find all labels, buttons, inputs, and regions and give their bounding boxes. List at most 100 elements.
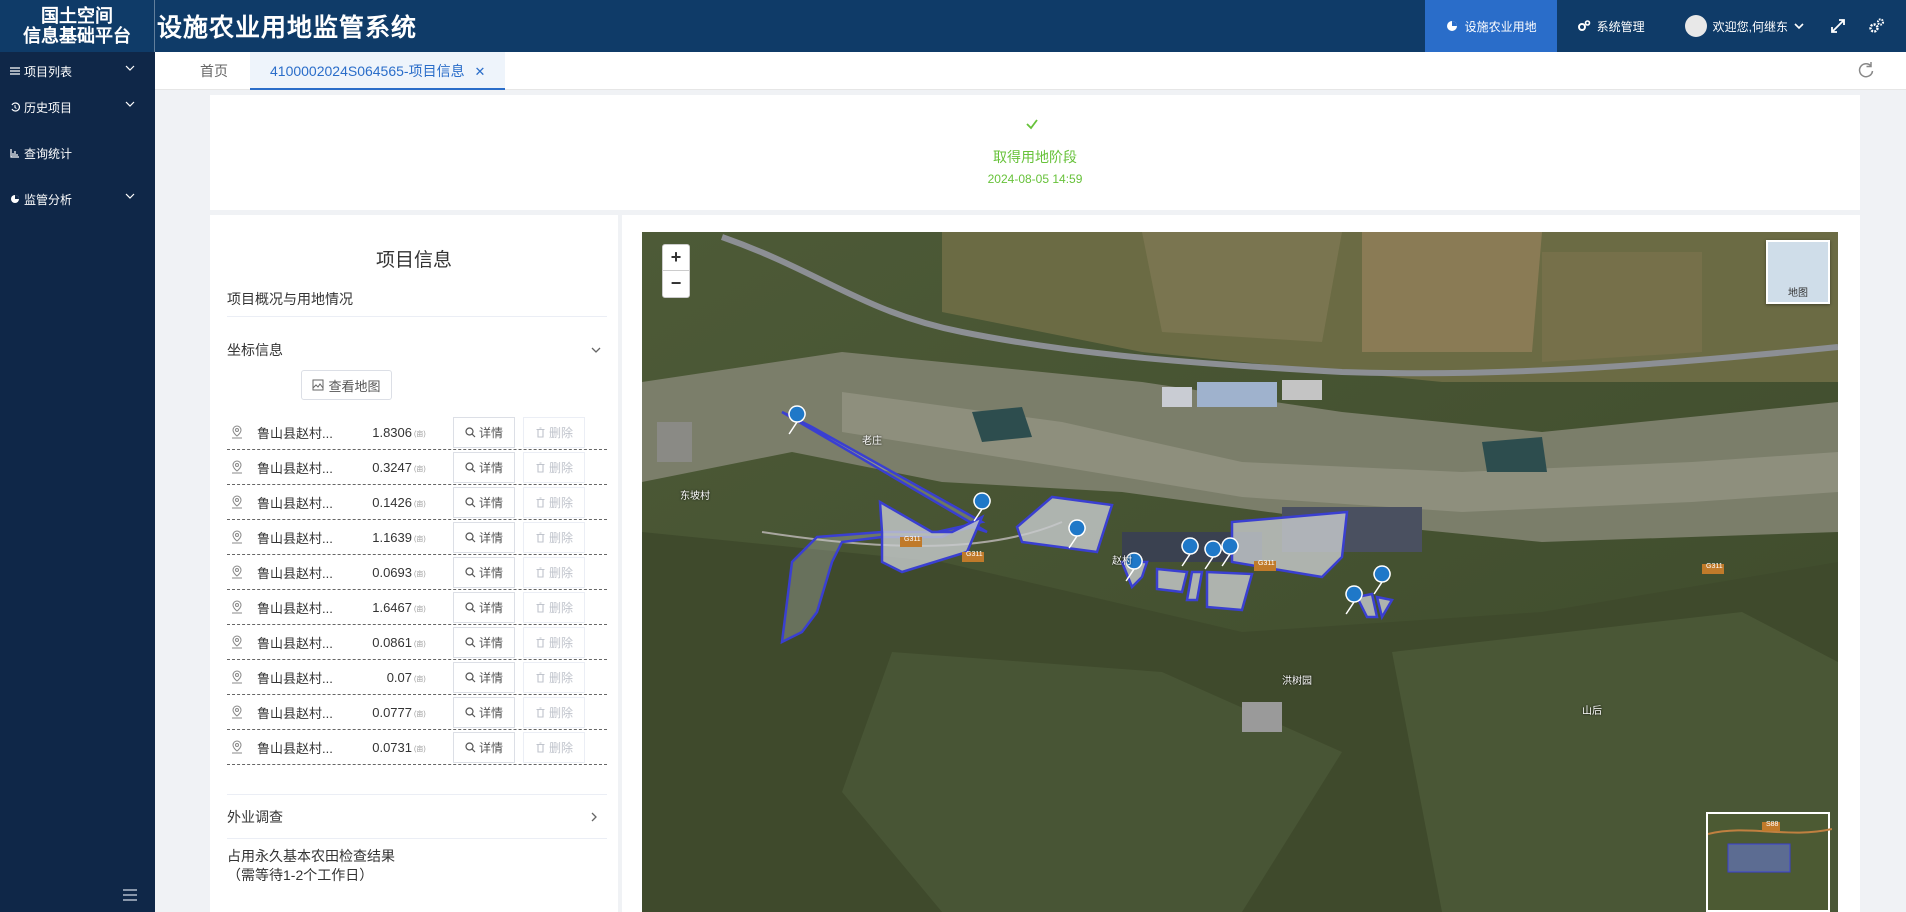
- delete-label: 删除: [548, 636, 573, 650]
- delete-button[interactable]: 删除: [523, 452, 585, 483]
- platform-logo[interactable]: 国土空间 信息基础平台: [0, 0, 155, 52]
- tab-label: 4100002024S064565-项目信息: [270, 63, 465, 79]
- nav-facility-farmland[interactable]: 设施农业用地: [1424, 0, 1557, 52]
- area-unit: (亩): [414, 571, 426, 578]
- stage-title: 取得用地阶段: [993, 149, 1077, 165]
- satellite-map[interactable]: G311 G311 G311 G311 东坡村 老庄 赵村 洪树园 山后 + − 地图 S88: [642, 232, 1838, 912]
- chevron-down-icon: [1794, 23, 1804, 30]
- delete-button[interactable]: 删除: [523, 487, 585, 518]
- chevron-down-icon: [591, 347, 601, 353]
- place-label: 赵村: [1112, 556, 1132, 567]
- view-map-button[interactable]: 查看地图: [301, 370, 392, 400]
- chevron-down-icon: [125, 101, 135, 107]
- delete-button[interactable]: 删除: [523, 557, 585, 588]
- parcel-area: 0.0777: [372, 704, 412, 720]
- gears-icon: [1577, 20, 1590, 31]
- zoom-out-button[interactable]: −: [663, 271, 689, 297]
- location-pin-icon: [232, 530, 242, 544]
- delete-label: 删除: [548, 671, 573, 685]
- basemap-switcher[interactable]: 地图: [1766, 240, 1830, 304]
- detail-button[interactable]: 详情: [453, 662, 515, 693]
- sidebar-item-query-statistics[interactable]: 查询统计: [0, 135, 155, 171]
- search-icon: [465, 427, 476, 438]
- list-icon: [10, 67, 20, 75]
- history-icon: [11, 102, 20, 112]
- detail-button[interactable]: 详情: [453, 557, 515, 588]
- search-icon: [465, 602, 476, 613]
- detail-label: 详情: [478, 566, 503, 580]
- area-unit: (亩): [414, 606, 426, 613]
- refresh-icon[interactable]: [1856, 60, 1876, 80]
- check-icon: [1026, 119, 1038, 130]
- trash-icon: [536, 567, 545, 578]
- detail-label: 详情: [478, 426, 503, 440]
- delete-label: 删除: [548, 566, 573, 580]
- settings-button[interactable]: [1858, 0, 1906, 52]
- sidebar-item-project-list[interactable]: 项目列表: [0, 53, 155, 89]
- sidebar-item-label: 查询统计: [24, 146, 73, 161]
- parcel-area: 0.3247: [372, 459, 412, 475]
- place-label: 山后: [1582, 706, 1602, 717]
- field-survey-section[interactable]: 外业调查: [227, 794, 607, 839]
- logo-line-2: 信息基础平台: [23, 26, 131, 46]
- farmland-check-note: （需等待1-2个工作日）: [227, 867, 374, 883]
- detail-button[interactable]: 详情: [453, 732, 515, 763]
- delete-button[interactable]: 删除: [523, 627, 585, 658]
- search-icon: [465, 742, 476, 753]
- collapse-menu-icon[interactable]: [122, 888, 138, 902]
- sidebar-item-history[interactable]: 历史项目: [0, 89, 155, 125]
- image-icon: [312, 379, 324, 391]
- delete-label: 删除: [548, 531, 573, 545]
- trash-icon: [536, 427, 545, 438]
- tab-home[interactable]: 首页: [200, 52, 228, 90]
- parcel-area: 0.0693: [372, 564, 412, 580]
- detail-button[interactable]: 详情: [453, 417, 515, 448]
- detail-button[interactable]: 详情: [453, 592, 515, 623]
- top-bar: 国土空间 信息基础平台 设施农业用地监管系统 设施农业用地 系统管理 欢迎您,何…: [0, 0, 1906, 52]
- user-menu[interactable]: 欢迎您,何继东: [1665, 0, 1818, 52]
- detail-button[interactable]: 详情: [453, 452, 515, 483]
- search-icon: [465, 672, 476, 683]
- search-icon: [465, 637, 476, 648]
- trash-icon: [536, 602, 545, 613]
- coord-row: 鲁山县赵村... 0.07 (亩) 详情 删除: [227, 660, 607, 695]
- parcel-name: 鲁山县赵村...: [257, 635, 333, 651]
- nav-label: 设施农业用地: [1464, 19, 1537, 34]
- close-icon[interactable]: ✕: [474, 64, 485, 79]
- detail-label: 详情: [478, 636, 503, 650]
- coord-row: 鲁山县赵村... 0.0777 (亩) 详情 删除: [227, 695, 607, 730]
- tab-project-info[interactable]: 4100002024S064565-项目信息 ✕: [250, 52, 506, 90]
- detail-button[interactable]: 详情: [453, 697, 515, 728]
- nav-label: 系统管理: [1596, 19, 1645, 34]
- delete-button[interactable]: 删除: [523, 662, 585, 693]
- delete-label: 删除: [548, 741, 573, 755]
- parcel-area: 1.6467: [372, 599, 412, 615]
- coord-row: 鲁山县赵村... 1.8306 (亩) 详情 删除: [227, 415, 607, 450]
- delete-button[interactable]: 删除: [523, 592, 585, 623]
- delete-button[interactable]: 删除: [523, 417, 585, 448]
- expand-icon: [1831, 19, 1845, 33]
- trash-icon: [536, 497, 545, 508]
- fullscreen-button[interactable]: [1818, 0, 1858, 52]
- overview-section[interactable]: 项目概况与用地情况: [227, 282, 607, 317]
- zoom-in-button[interactable]: +: [663, 245, 689, 271]
- nav-system-management[interactable]: 系统管理: [1557, 0, 1665, 52]
- parcel-area: 1.8306: [372, 424, 412, 440]
- area-unit: (亩): [414, 641, 426, 648]
- panel-title: 项目信息: [375, 250, 452, 271]
- gear-icon: [1869, 18, 1885, 33]
- detail-button[interactable]: 详情: [453, 487, 515, 518]
- delete-button[interactable]: 删除: [523, 732, 585, 763]
- sidebar-item-supervision-analysis[interactable]: 监管分析: [0, 181, 155, 217]
- location-pin-icon: [232, 460, 242, 474]
- chevron-down-icon: [125, 193, 135, 199]
- delete-button[interactable]: 删除: [523, 697, 585, 728]
- detail-button[interactable]: 详情: [453, 522, 515, 553]
- chevron-right-icon: [591, 812, 597, 822]
- road-label: G311: [1258, 560, 1275, 567]
- detail-button[interactable]: 详情: [453, 627, 515, 658]
- overview-map[interactable]: S88: [1706, 812, 1833, 912]
- sidebar-item-label: 项目列表: [24, 64, 73, 79]
- coord-section-header[interactable]: 坐标信息: [227, 332, 607, 368]
- delete-button[interactable]: 删除: [523, 522, 585, 553]
